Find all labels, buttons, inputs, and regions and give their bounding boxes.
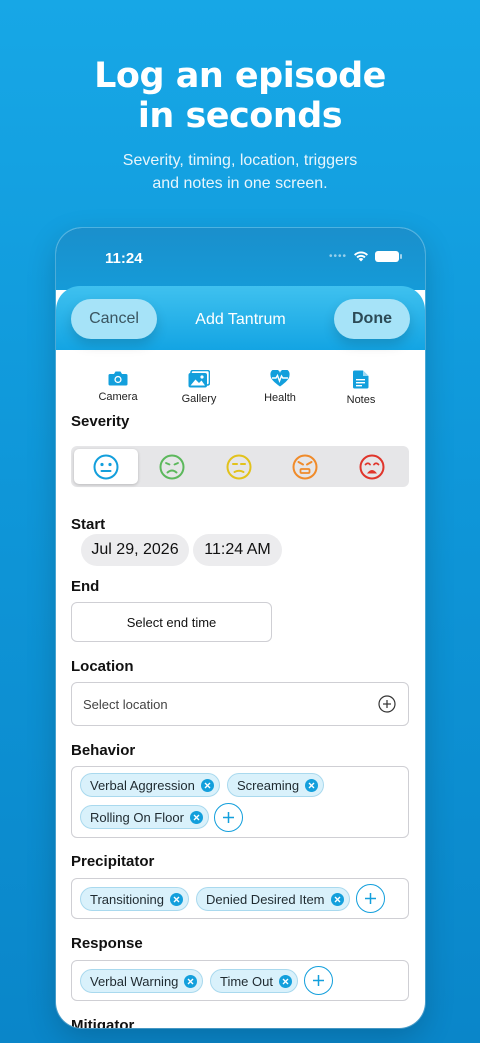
camera-button[interactable]: Camera xyxy=(83,370,153,403)
battery-icon xyxy=(375,250,402,262)
heart-pulse-icon xyxy=(270,370,290,387)
media-row: Camera Gallery Health Notes xyxy=(56,370,425,418)
precipitator-chip[interactable]: Denied Desired Item xyxy=(196,887,350,911)
behavior-chip[interactable]: Screaming xyxy=(227,773,325,797)
plus-icon xyxy=(365,893,376,904)
precipitator-chip[interactable]: Transitioning xyxy=(80,887,189,911)
health-button[interactable]: Health xyxy=(245,370,315,404)
response-chip-label: Verbal Warning xyxy=(90,973,179,989)
remove-chip-icon[interactable] xyxy=(189,810,203,824)
frown-face-icon xyxy=(159,454,185,479)
notes-button[interactable]: Notes xyxy=(326,370,396,406)
remove-chip-icon[interactable] xyxy=(278,974,292,988)
behavior-label: Behavior xyxy=(71,742,136,759)
mitigator-label: Mitigator xyxy=(71,1017,135,1028)
nav-bar: Cancel Add Tantrum Done xyxy=(56,286,425,350)
precipitator-field: Transitioning Denied Desired Item xyxy=(71,878,409,919)
plus-icon xyxy=(313,975,324,986)
behavior-chip[interactable]: Rolling On Floor xyxy=(80,805,209,829)
gallery-icon xyxy=(188,370,210,388)
severity-option-4[interactable] xyxy=(273,449,337,484)
response-field: Verbal Warning Time Out xyxy=(71,960,409,1001)
start-time-picker[interactable]: 11:24 AM xyxy=(193,534,282,566)
promo-subline: Severity, timing, location, triggers and… xyxy=(0,149,480,195)
end-label: End xyxy=(71,578,100,595)
start-label: Start xyxy=(71,516,106,533)
behavior-chip-label: Screaming xyxy=(237,777,300,793)
add-precipitator-button[interactable] xyxy=(356,884,385,913)
severity-label: Severity xyxy=(71,413,130,430)
annoyed-face-icon xyxy=(226,454,252,479)
notes-label: Notes xyxy=(346,394,376,406)
response-chip-label: Time Out xyxy=(220,973,273,989)
location-label: Location xyxy=(71,658,134,675)
status-icons: •••• xyxy=(328,250,402,262)
severity-option-1[interactable] xyxy=(74,449,138,484)
status-time: 11:24 xyxy=(105,250,143,267)
phone-frame: 11:24 •••• Cancel Add Tantrum Done Camer… xyxy=(56,228,425,1028)
add-response-button[interactable] xyxy=(304,966,333,995)
precipitator-label: Precipitator xyxy=(71,853,155,870)
crying-face-icon xyxy=(359,454,385,479)
remove-chip-icon[interactable] xyxy=(305,778,319,792)
severity-option-3[interactable] xyxy=(207,449,271,484)
plus-icon xyxy=(223,812,234,823)
promo-headline: Log an episode in seconds xyxy=(0,56,480,136)
behavior-field: Verbal Aggression Screaming Rolling On F… xyxy=(71,766,409,838)
promo-headline-line2: in seconds xyxy=(137,96,343,136)
severity-option-5[interactable] xyxy=(340,449,404,484)
location-placeholder: Select location xyxy=(83,697,168,712)
neutral-face-icon xyxy=(93,454,119,479)
response-chip[interactable]: Verbal Warning xyxy=(80,969,204,993)
end-time-button[interactable]: Select end time xyxy=(71,602,272,642)
add-location-icon[interactable] xyxy=(378,695,396,713)
remove-chip-icon[interactable] xyxy=(200,778,214,792)
angry-face-icon xyxy=(292,454,318,479)
status-bar: 11:24 •••• xyxy=(56,228,425,290)
precipitator-chip-label: Denied Desired Item xyxy=(206,891,325,907)
behavior-chip-label: Rolling On Floor xyxy=(90,809,184,825)
start-date-picker[interactable]: Jul 29, 2026 xyxy=(81,534,189,566)
gallery-label: Gallery xyxy=(181,393,217,405)
severity-option-2[interactable] xyxy=(140,449,204,484)
document-icon xyxy=(353,370,369,389)
response-label: Response xyxy=(71,935,143,952)
severity-selector xyxy=(71,446,409,487)
promo-headline-line1: Log an episode xyxy=(94,56,386,96)
response-chip[interactable]: Time Out xyxy=(210,969,298,993)
camera-icon xyxy=(108,371,128,386)
done-button[interactable]: Done xyxy=(334,299,410,339)
behavior-chip-label: Verbal Aggression xyxy=(90,777,195,793)
promo-subline-line2: and notes in one screen. xyxy=(152,175,328,192)
wifi-icon xyxy=(354,251,368,262)
gallery-button[interactable]: Gallery xyxy=(164,370,234,405)
camera-label: Camera xyxy=(98,391,138,403)
remove-chip-icon[interactable] xyxy=(169,892,183,906)
remove-chip-icon[interactable] xyxy=(184,974,198,988)
precipitator-chip-label: Transitioning xyxy=(90,891,164,907)
signal-dots-icon: •••• xyxy=(328,250,347,262)
add-behavior-button[interactable] xyxy=(214,803,243,832)
location-field[interactable]: Select location xyxy=(71,682,409,726)
remove-chip-icon[interactable] xyxy=(330,892,344,906)
health-label: Health xyxy=(264,392,296,404)
behavior-chip[interactable]: Verbal Aggression xyxy=(80,773,220,797)
promo-subline-line1: Severity, timing, location, triggers xyxy=(122,152,358,169)
